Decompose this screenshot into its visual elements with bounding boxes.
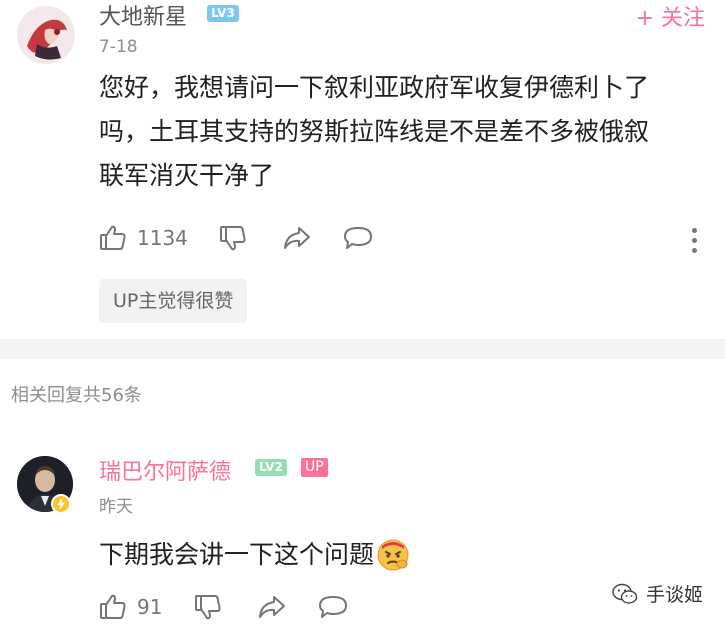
thumbs-up-icon bbox=[100, 594, 126, 619]
comment-text-line: 吗，土耳其支持的努斯拉阵线是不是差不多被俄叙 bbox=[99, 117, 650, 146]
follow-button[interactable]: + 关注 bbox=[636, 0, 705, 32]
share-button[interactable] bbox=[257, 593, 287, 621]
watermark-text: 手谈姬 bbox=[645, 584, 703, 606]
dislike-button[interactable] bbox=[219, 224, 247, 252]
reply-username[interactable]: 瑞巴尔阿萨德 bbox=[99, 454, 231, 486]
avatar[interactable] bbox=[17, 6, 75, 64]
like-count: 91 bbox=[137, 595, 163, 619]
up-liked-tag: UP主觉得很赞 bbox=[99, 279, 248, 323]
more-vertical-icon[interactable] bbox=[692, 228, 698, 258]
comment-bubble-icon bbox=[319, 596, 347, 618]
level-badge: LV3 bbox=[207, 5, 239, 22]
dislike-button[interactable] bbox=[194, 593, 222, 621]
comment-text-line: 联军消灭干净了 bbox=[99, 161, 275, 190]
comment-date: 7-18 bbox=[99, 37, 138, 57]
share-button[interactable] bbox=[282, 224, 312, 252]
share-icon bbox=[259, 596, 285, 618]
comment-bubble-icon bbox=[344, 227, 372, 249]
watermark: 手谈姬 bbox=[612, 580, 703, 607]
thumbs-down-icon bbox=[195, 595, 221, 620]
section-divider bbox=[0, 339, 725, 359]
thumbs-down-icon bbox=[220, 226, 246, 251]
up-badge: UP bbox=[301, 458, 328, 477]
main-comment: 大地新星 LV3 7-18 + 关注 您好，我想请问一下叙利亚政府军收复伊德利卜… bbox=[0, 0, 725, 340]
replies-header: 相关回复共56条 bbox=[11, 385, 142, 406]
thumbs-up-icon bbox=[100, 225, 126, 250]
wechat-icon bbox=[612, 583, 638, 604]
reply-button[interactable] bbox=[343, 225, 373, 251]
level-badge: LV2 bbox=[255, 459, 287, 476]
reply-text-row: 下期我会讲一下这个问题 bbox=[99, 533, 410, 577]
comment-text-line: 您好，我想请问一下叙利亚政府军收复伊德利卜了 bbox=[99, 73, 650, 102]
emoji-icon bbox=[377, 539, 409, 571]
reply-button[interactable] bbox=[318, 594, 348, 620]
lightning-badge-icon bbox=[51, 494, 71, 514]
reply-date: 昨天 bbox=[99, 497, 133, 517]
comment-text: 您好，我想请问一下叙利亚政府军收复伊德利卜了 吗，土耳其支持的努斯拉阵线是不是差… bbox=[99, 66, 709, 198]
reply-text: 下期我会讲一下这个问题 bbox=[99, 540, 375, 569]
avatar-image bbox=[17, 6, 75, 64]
like-count: 1134 bbox=[137, 226, 188, 250]
like-button[interactable]: 91 bbox=[99, 593, 162, 621]
comment-username[interactable]: 大地新星 bbox=[99, 0, 187, 31]
like-button[interactable]: 1134 bbox=[99, 224, 188, 252]
share-icon bbox=[284, 227, 310, 249]
